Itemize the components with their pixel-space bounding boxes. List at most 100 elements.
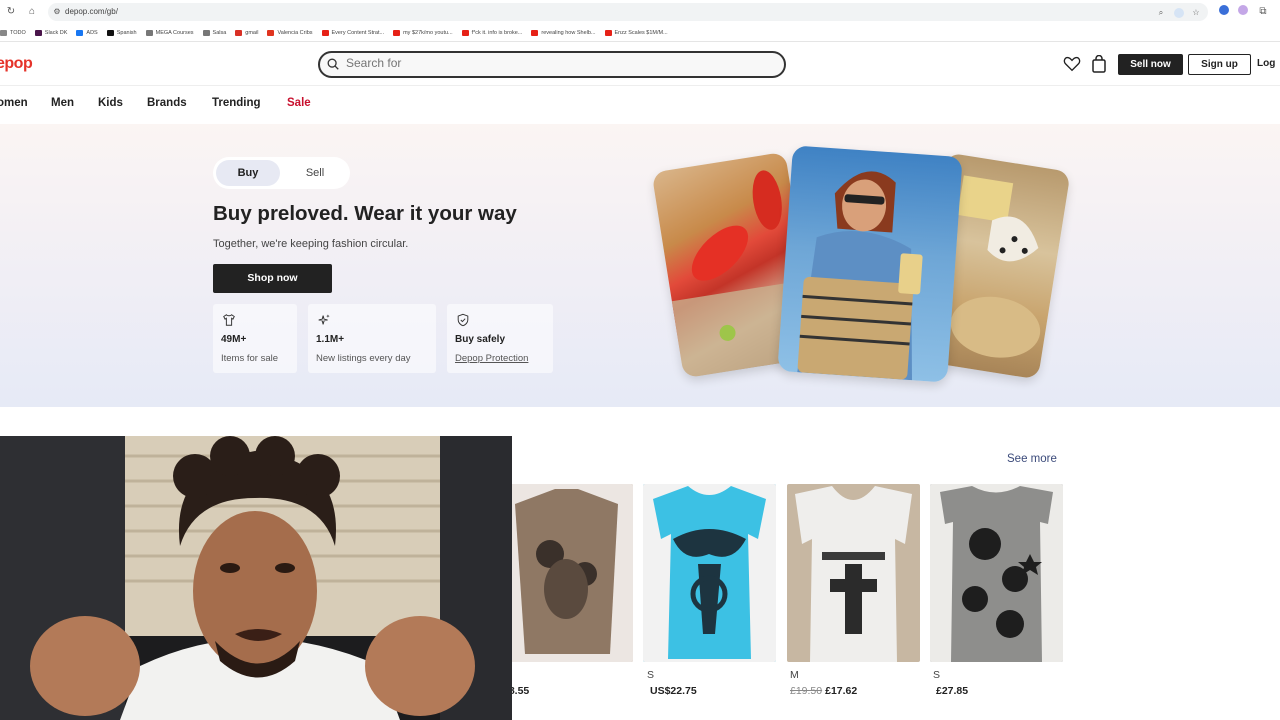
category-nav: omen Men Kids Brands Trending Sale <box>0 86 1280 124</box>
log-in-link[interactable]: Log <box>1257 58 1275 69</box>
category-sale[interactable]: Sale <box>287 97 311 109</box>
stat-label: Items for sale <box>221 353 279 364</box>
bookmarks-bar: TODO Slack DK ADS Spanish MEGA Courses Salsa g… <box>0 24 1280 42</box>
bookmark-label: revealing how Shelb... <box>541 29 596 36</box>
extensions-puzzle-icon[interactable]: ⧉ <box>1256 5 1270 19</box>
hero-banner: Buy Sell Buy preloved. Wear it your way … <box>0 124 1280 407</box>
search-bar[interactable] <box>318 51 786 78</box>
bookmark-favicon-icon <box>0 29 7 36</box>
url-text: depop.com/gb/ <box>65 7 118 16</box>
bookmark-item[interactable]: MEGA Courses <box>145 29 194 36</box>
bookmark-favicon-icon <box>76 29 84 36</box>
shopping-bag-icon[interactable] <box>1091 55 1107 73</box>
bookmark-favicon-icon <box>531 29 539 36</box>
bookmark-label: Every Content Strat... <box>331 29 385 36</box>
tshirt-icon <box>223 314 235 326</box>
bookmark-favicon-icon <box>106 29 114 36</box>
bookmark-item[interactable]: Every Content Strat... <box>321 29 385 36</box>
profile-icon[interactable] <box>1238 5 1248 15</box>
bookmark-item[interactable]: TODO <box>0 29 26 36</box>
cast-icon[interactable] <box>1174 8 1184 18</box>
product-price: £19.50 £17.62 <box>790 685 858 697</box>
bookmark-label: Enzz Scales $1M/M... <box>614 29 668 36</box>
bookmark-favicon-icon <box>34 29 42 36</box>
category-women[interactable]: omen <box>0 97 28 109</box>
bookmark-favicon-icon <box>393 29 401 36</box>
bookmark-label: gmail <box>245 29 259 36</box>
bookmark-item[interactable]: f*ck it. info is broke... <box>461 29 523 36</box>
home-icon[interactable]: ⌂ <box>25 5 39 19</box>
hero-photo-model <box>777 145 963 383</box>
bookmark-label: Slack DK <box>44 29 68 36</box>
bookmark-label: TODO <box>10 29 26 36</box>
product-card[interactable] <box>787 484 920 662</box>
buy-sell-toggle: Buy Sell <box>213 157 350 189</box>
stat-new-listings: 1.1M+ New listings every day <box>308 304 436 373</box>
bookmark-favicon-icon <box>235 29 243 36</box>
product-card[interactable] <box>500 484 633 662</box>
bookmark-item[interactable]: Slack DK <box>34 29 68 36</box>
bookmark-star-icon[interactable]: ☆ <box>1191 8 1201 18</box>
toggle-sell[interactable]: Sell <box>283 160 347 186</box>
site-info-icon[interactable]: ⚙ <box>50 5 64 19</box>
zoom-icon[interactable]: ⌕ <box>1156 8 1166 18</box>
webcam-overlay <box>0 436 512 720</box>
bookmark-item[interactable]: Enzz Scales $1M/M... <box>604 29 668 36</box>
product-old-price: £19.50 <box>790 685 823 697</box>
stat-items-for-sale: 49M+ Items for sale <box>213 304 297 373</box>
stat-value: 1.1M+ <box>316 334 345 345</box>
bookmark-item[interactable]: Salsa <box>202 29 227 36</box>
shop-now-button[interactable]: Shop now <box>213 264 332 293</box>
bookmark-label: ADS <box>86 29 98 36</box>
category-kids[interactable]: Kids <box>98 97 123 109</box>
product-size: M <box>790 669 799 681</box>
stat-value: 49M+ <box>221 334 247 345</box>
bookmark-label: MEGA Courses <box>155 29 194 36</box>
address-bar[interactable]: ⚙ depop.com/gb/ ⌕ ☆ <box>48 3 1208 21</box>
shield-icon <box>457 313 469 327</box>
product-card[interactable] <box>643 484 776 662</box>
product-price: US$22.75 <box>650 685 697 697</box>
bookmark-favicon-icon <box>202 29 210 36</box>
heart-icon[interactable] <box>1063 55 1081 73</box>
category-trending[interactable]: Trending <box>212 97 261 109</box>
bookmark-label: Valencia Cribs <box>277 29 313 36</box>
browser-toolbar: ↻ ⌂ ⚙ depop.com/gb/ ⌕ ☆ ⧉ <box>0 0 1280 24</box>
product-size: S <box>647 669 655 681</box>
product-price: £27.85 <box>936 685 969 697</box>
search-input[interactable] <box>346 56 646 70</box>
sell-now-button[interactable]: Sell now <box>1118 54 1183 75</box>
stat-value: Buy safely <box>455 334 506 345</box>
search-icon <box>327 58 339 70</box>
product-card[interactable] <box>930 484 1063 662</box>
bookmark-item[interactable]: Spanish <box>106 29 137 36</box>
hero-title: Buy preloved. Wear it your way <box>213 202 517 225</box>
bookmark-favicon-icon <box>461 29 469 36</box>
bookmark-item[interactable]: my $27k/mo youtu... <box>393 29 453 36</box>
bookmark-label: f*ck it. info is broke... <box>471 29 523 36</box>
sparkle-icon <box>318 314 330 325</box>
bookmark-label: my $27k/mo youtu... <box>403 29 453 36</box>
toggle-buy[interactable]: Buy <box>216 160 280 186</box>
bookmark-favicon-icon <box>321 29 329 36</box>
product-size: S <box>933 669 941 681</box>
stat-label: New listings every day <box>316 353 411 364</box>
see-more-link[interactable]: See more <box>1007 453 1057 465</box>
bookmark-item[interactable]: Valencia Cribs <box>267 29 313 36</box>
extension-icon[interactable] <box>1219 5 1229 15</box>
site-header: epop Sell now Sign up Log <box>0 42 1280 86</box>
category-brands[interactable]: Brands <box>147 97 187 109</box>
bookmark-favicon-icon <box>267 29 275 36</box>
bookmark-item[interactable]: gmail <box>235 29 259 36</box>
depop-logo[interactable]: epop <box>0 55 33 73</box>
stat-buy-safely: Buy safely Depop Protection <box>447 304 553 373</box>
depop-protection-link[interactable]: Depop Protection <box>455 353 528 364</box>
reload-icon[interactable]: ↻ <box>4 5 18 19</box>
category-men[interactable]: Men <box>51 97 74 109</box>
bookmark-item[interactable]: ADS <box>76 29 98 36</box>
bookmark-favicon-icon <box>604 29 612 36</box>
bookmark-label: Salsa <box>212 29 227 36</box>
sign-up-button[interactable]: Sign up <box>1188 54 1251 75</box>
hero-subtitle: Together, we're keeping fashion circular… <box>213 238 409 250</box>
bookmark-item[interactable]: revealing how Shelb... <box>531 29 596 36</box>
